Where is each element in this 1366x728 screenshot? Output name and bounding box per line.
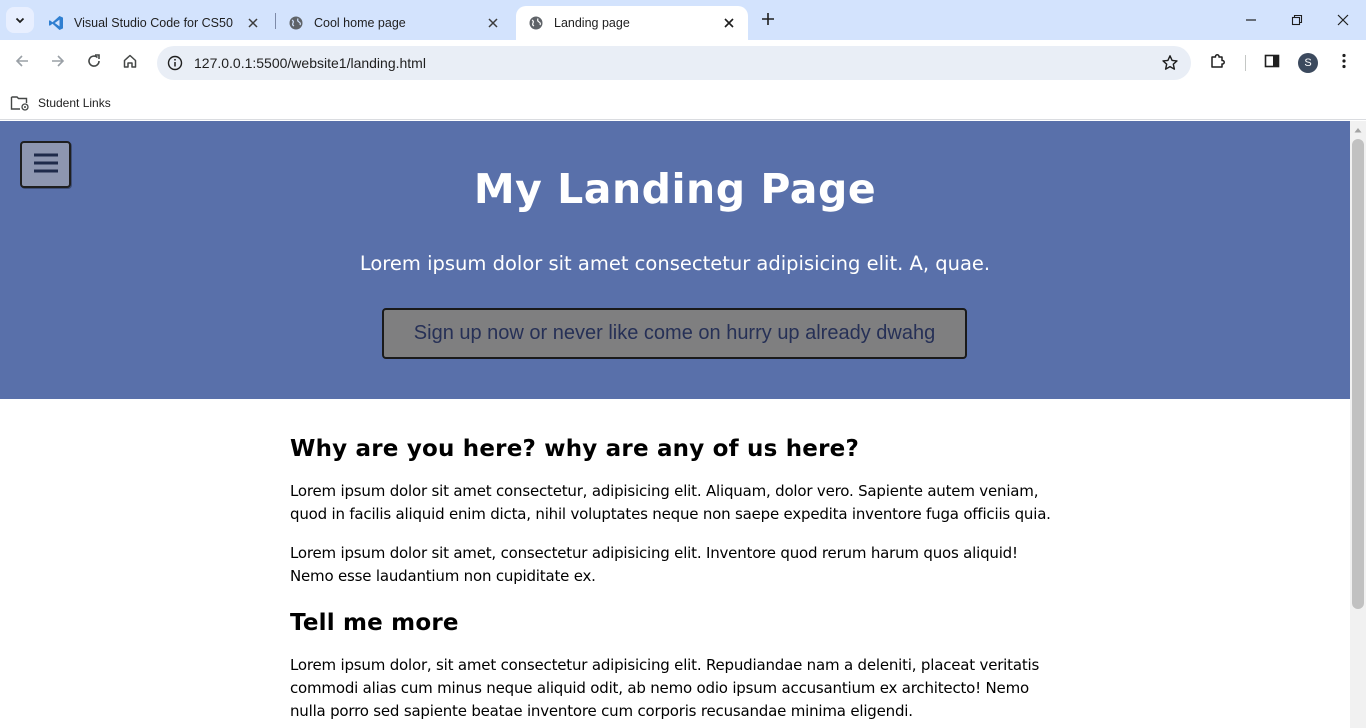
more-vertical-icon [1342,53,1346,73]
arrow-left-icon [14,53,30,73]
side-panel-button[interactable] [1258,49,1286,77]
close-window-button[interactable] [1320,0,1366,40]
section-heading: Why are you here? why are any of us here… [290,436,859,462]
tab-close-icon[interactable] [484,14,502,32]
minimize-button[interactable] [1228,0,1274,40]
home-button[interactable] [116,49,144,77]
scrollbar-thumb[interactable] [1352,139,1364,609]
section-paragraph: Lorem ipsum dolor sit amet, consectetur … [290,544,1018,585]
back-button[interactable] [8,49,36,77]
globe-icon [528,15,544,31]
url-text[interactable]: 127.0.0.1:5500/website1/landing.html [194,55,426,71]
bookmark-student-links[interactable]: Student Links [10,92,111,114]
plus-icon [761,11,775,30]
reload-button[interactable] [80,49,108,77]
profile-button[interactable]: S [1294,49,1322,77]
tab-vscode[interactable]: Visual Studio Code for CS50 [36,6,272,40]
bookmark-star-icon[interactable] [1161,54,1179,72]
avatar: S [1298,53,1318,73]
minimize-icon [1245,11,1257,30]
bookmark-label: Student Links [38,96,111,110]
arrow-right-icon [50,53,66,73]
toolbar-divider [1245,55,1246,71]
section-paragraph: Lorem ipsum dolor, sit amet consectetur … [290,656,1040,720]
forward-button[interactable] [44,49,72,77]
address-bar[interactable]: 127.0.0.1:5500/website1/landing.html [157,46,1191,80]
globe-icon [288,15,304,31]
bookmarks-bar: Student Links [0,86,1366,120]
scroll-up-arrow-icon[interactable] [1350,123,1366,137]
page-title: My Landing Page [473,165,877,213]
tab-title: Visual Studio Code for CS50 [74,16,233,30]
tab-search-button[interactable] [6,7,34,33]
tab-cool-home-page[interactable]: Cool home page [276,6,512,40]
side-panel-icon [1264,53,1280,73]
main-content: Why are you here? why are any of us here… [290,434,1060,728]
extensions-button[interactable] [1204,49,1232,77]
close-icon [1337,11,1349,30]
vscode-icon [48,15,64,31]
page-scrollbar[interactable] [1350,121,1366,728]
tab-title: Cool home page [314,16,406,30]
managed-folder-icon [10,95,30,111]
restore-button[interactable] [1274,0,1320,40]
hero-section: My Landing Page Lorem ipsum dolor sit am… [0,121,1350,399]
tab-title: Landing page [554,16,630,30]
chrome-menu-button[interactable] [1330,49,1358,77]
puzzle-icon [1209,52,1227,74]
chevron-down-icon [14,11,26,30]
tab-close-icon[interactable] [244,14,262,32]
reload-icon [86,53,102,73]
tab-close-icon[interactable] [720,14,738,32]
site-info-icon[interactable] [165,53,185,73]
tab-landing-page[interactable]: Landing page [516,6,748,40]
page-viewport: My Landing Page Lorem ipsum dolor sit am… [0,121,1350,728]
section-heading: Tell me more [290,610,459,636]
tab-strip: Visual Studio Code for CS50 Cool home pa… [0,0,1366,40]
home-icon [122,53,138,73]
new-tab-button[interactable] [756,8,780,32]
signup-button[interactable]: Sign up now or never like come on hurry … [382,308,967,359]
restore-icon [1291,11,1303,30]
hero-subtitle: Lorem ipsum dolor sit amet consectetur a… [359,252,991,275]
browser-toolbar: 127.0.0.1:5500/website1/landing.html S [0,40,1366,86]
section-paragraph: Lorem ipsum dolor sit amet consectetur, … [290,482,1051,523]
